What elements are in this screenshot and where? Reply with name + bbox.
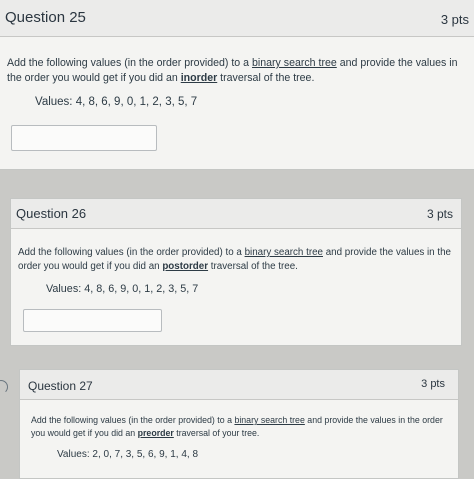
question-points: 3 pts	[421, 378, 445, 390]
question-values: Values: 2, 0, 7, 3, 5, 6, 9, 1, 4, 8	[57, 449, 199, 460]
question-27-card: Question 27 3 pts Add the following valu…	[19, 369, 459, 479]
question-25-header: Question 25 3 pts	[0, 0, 474, 37]
question-title: Question 27	[28, 379, 93, 393]
question-points: 3 pts	[440, 12, 469, 27]
question-values: Values: 4, 8, 6, 9, 0, 1, 2, 3, 5, 7	[35, 96, 198, 108]
question-title: Question 26	[16, 206, 87, 221]
question-title: Question 25	[5, 9, 86, 26]
prompt-text: traversal of the tree.	[217, 72, 315, 85]
prompt-text: traversal of the tree.	[208, 261, 298, 273]
answer-input[interactable]	[23, 309, 162, 332]
binary-search-tree-link[interactable]: binary search tree	[234, 415, 304, 425]
question-26-card: Question 26 3 pts Add the following valu…	[10, 198, 462, 346]
traversal-type: inorder	[180, 72, 218, 85]
question-prompt: Add the following values (in the order p…	[31, 414, 451, 440]
question-values: Values: 4, 8, 6, 9, 0, 1, 2, 3, 5, 7	[46, 283, 199, 295]
flag-icon[interactable]	[0, 380, 8, 394]
binary-search-tree-link[interactable]: binary search tree	[245, 247, 323, 258]
question-26-header: Question 26 3 pts	[11, 199, 461, 229]
traversal-type: postorder	[162, 261, 209, 273]
binary-search-tree-link[interactable]: binary search tree	[252, 57, 337, 69]
question-27-header: Question 27 3 pts	[20, 370, 458, 400]
traversal-type: preorder	[137, 427, 174, 438]
prompt-text: Add the following values (in the order p…	[31, 415, 235, 425]
prompt-text: traversal of your tree.	[173, 427, 260, 438]
question-prompt: Add the following values (in the order p…	[7, 56, 465, 87]
question-25-card: Question 25 3 pts Add the following valu…	[0, 0, 474, 170]
prompt-text: Add the following values (in the order p…	[18, 247, 245, 258]
answer-input[interactable]	[11, 125, 157, 151]
question-points: 3 pts	[426, 207, 453, 221]
prompt-text: Add the following values (in the order p…	[7, 57, 252, 69]
question-prompt: Add the following values (in the order p…	[18, 246, 456, 274]
